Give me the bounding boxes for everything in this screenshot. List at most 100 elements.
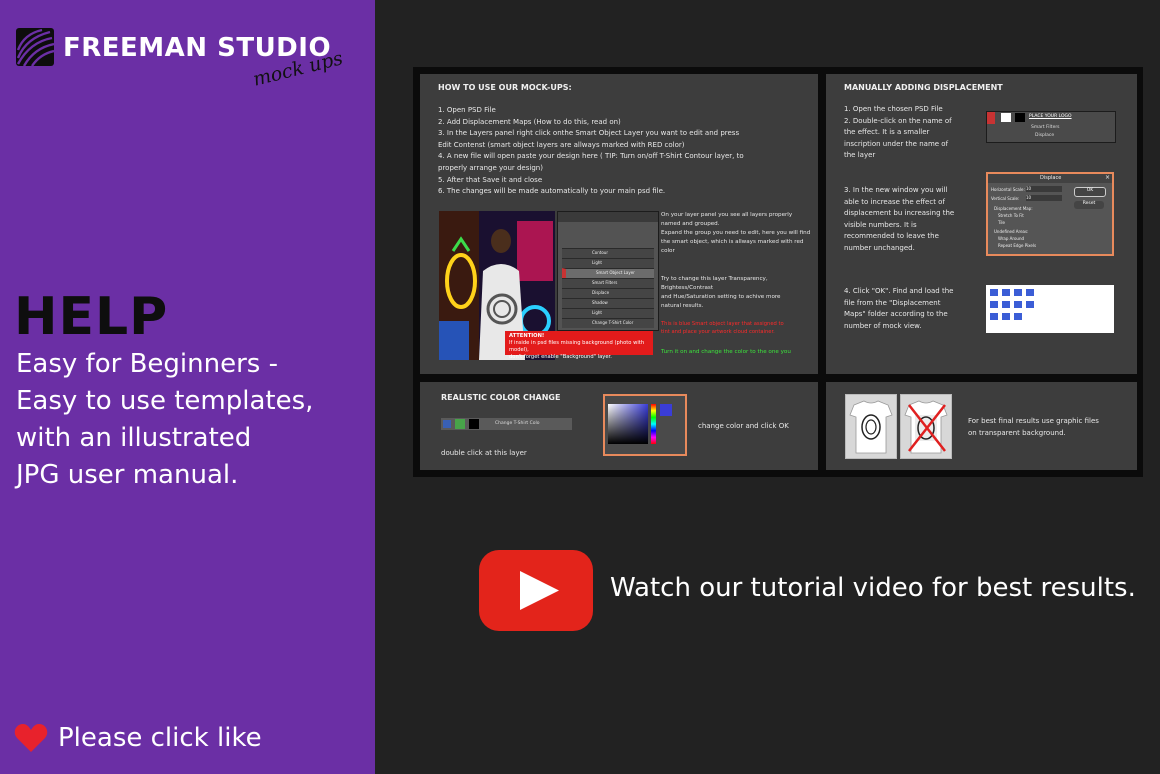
like-label: Please click like <box>58 723 262 753</box>
note-line: Brightess/Contrast <box>661 285 714 291</box>
layer-label: Light <box>592 260 602 265</box>
smart-object-layer-preview: PLACE YOUR LOGO Smart Filters Displace <box>986 111 1116 143</box>
layer-thumb <box>1015 113 1025 122</box>
color-change-panel: REALISTIC COLOR CHANGE Change T-Shirt Co… <box>420 382 818 470</box>
dialog-titlebar: Displace × <box>988 174 1112 183</box>
vertical-scale-field: 10 <box>1026 195 1062 201</box>
color-layer-note: Turn it on and change the color to the o… <box>661 349 791 355</box>
play-icon <box>520 571 559 610</box>
layer-thumb <box>1001 113 1011 122</box>
smart-filters-label: Smart Filters <box>1031 125 1060 130</box>
eye-icon <box>443 420 451 428</box>
step-line: inscription under the name of <box>844 139 949 148</box>
step-line: Maps" folder according to the <box>844 310 948 319</box>
how-to-steps: 1. Open PSD File 2. Add Displacement Map… <box>438 105 744 198</box>
step-line: 2. Add Displacement Maps (How to do this… <box>438 117 621 126</box>
step-line: 2. Double-click on the name of <box>844 116 952 125</box>
step-line: 3. In the Layers panel right click onthe… <box>438 129 740 138</box>
color-layer-row: Change T-Shirt Colo <box>441 418 572 430</box>
displacement-step-3: 3. In the new window you will able to in… <box>844 185 954 255</box>
note-line: For best final results use graphic files <box>968 417 1099 425</box>
like-button[interactable]: Please click like <box>14 718 262 758</box>
attention-box: ATTENTION! If inside in psd files missin… <box>505 331 653 360</box>
step-line: Edit Contenst (smart object layers are a… <box>438 140 685 149</box>
note-line: named and grouped. <box>661 221 720 227</box>
layer-label: Smart Filters <box>592 280 618 285</box>
layer-row: Light <box>562 308 654 318</box>
layer-thumb <box>469 419 479 429</box>
layer-name: PLACE YOUR LOGO <box>1029 114 1072 119</box>
step-line: recommended to leave the <box>844 232 939 241</box>
dialog-title: Displace <box>1040 175 1062 181</box>
photoshop-layers-panel: Contour Light Smart Object Layer Smart F… <box>557 211 659 331</box>
horizontal-scale-field: 10 <box>1026 186 1062 192</box>
step-line: 5. After that Save it and close <box>438 175 543 184</box>
layer-label: Shadow <box>592 300 608 305</box>
displace-dialog: Displace × Horizontal Scale: 10 Vertical… <box>986 172 1114 256</box>
hue-slider <box>651 404 656 444</box>
help-line: Easy to use templates, <box>16 386 314 416</box>
help-description: Easy for Beginners - Easy to use templat… <box>16 346 313 494</box>
layer-label: Contour <box>592 250 608 255</box>
color-swatch <box>660 404 672 416</box>
wrap-option: Wrap Around <box>998 236 1025 241</box>
step-line: 1. Open the chosen PSD File <box>844 105 943 113</box>
repeat-option: Repeat Edge Pixels <box>998 243 1037 248</box>
layer-label: Displace <box>592 290 610 295</box>
how-to-panel: HOW TO USE OUR MOCK-UPS: 1. Open PSD Fil… <box>420 74 818 374</box>
displacement-step-4: 4. Click "OK". Find and load the file fr… <box>844 286 953 332</box>
color-layer-name: Change T-Shirt Colo <box>495 421 540 426</box>
note-line: and Hue/Saturation setting to achive mor… <box>661 294 781 300</box>
transparent-background-note: For best final results use graphic files… <box>968 416 1099 439</box>
displacement-maps-folder <box>986 285 1114 333</box>
tutorial-caption: Watch our tutorial video for best result… <box>610 573 1136 603</box>
color-field <box>608 404 648 444</box>
step-line: 3. In the new window you will <box>844 186 948 194</box>
brand-logo: FREEMAN STUDIO mock ups <box>16 28 356 98</box>
note-line: natural results. <box>661 303 704 309</box>
layers-note: On your layer panel you see all layers p… <box>661 211 810 256</box>
tshirt-bad-example <box>900 394 952 459</box>
displace-filter-label: Displace <box>1035 133 1055 138</box>
note-line: color <box>661 248 675 254</box>
step-line: 1. Open PSD File <box>438 106 496 114</box>
note-line: Expand the group you need to edit, here … <box>661 230 811 236</box>
color-picker-dialog <box>603 394 687 456</box>
layer-label: Light <box>592 310 602 315</box>
horizontal-scale-label: Horizontal Scale: <box>991 187 1025 192</box>
note-line: This is blue Smart object layer that ass… <box>661 321 784 327</box>
layer-red-marker <box>987 112 995 124</box>
help-line: JPG user manual. <box>16 460 239 490</box>
note-line: the smart object, which is allways marke… <box>661 239 804 245</box>
undefined-areas-heading: Undefined Areas: <box>994 229 1029 234</box>
stretch-option: Stretch To Fit <box>998 213 1024 218</box>
youtube-play-button[interactable] <box>479 550 593 631</box>
fingerprint-logo-icon <box>16 28 54 66</box>
displacement-step-1: 1. Open the chosen PSD File 2. Double-cl… <box>844 104 952 162</box>
note-line: Try to change this layer Transparency, <box>661 276 768 282</box>
layer-thumb <box>455 419 465 429</box>
displacement-panel: MANUALLY ADDING DISPLACEMENT 1. Open the… <box>826 74 1137 374</box>
layer-row: Smart Filters <box>562 278 654 288</box>
help-title: HELP <box>14 287 169 347</box>
layer-label: Smart Object Layer <box>596 270 635 275</box>
note-line: on transparent background. <box>968 428 1066 437</box>
step-line: 4. A new file will open paste your desig… <box>438 152 744 161</box>
step-line: displacement bu increasing the <box>844 209 955 218</box>
ok-button: OK <box>1074 187 1106 197</box>
tile-option: Tile <box>998 220 1006 225</box>
color-change-instruction: change color and click OK <box>698 422 789 430</box>
displacement-title: MANUALLY ADDING DISPLACEMENT <box>844 83 1003 92</box>
layer-row: Change T-Shirt Color <box>562 318 654 328</box>
step-line: number of mock view. <box>844 321 922 330</box>
attention-title: ATTENTION! <box>509 333 545 339</box>
how-to-title: HOW TO USE OUR MOCK-UPS: <box>438 83 572 92</box>
graphics-panel: For best final results use graphic files… <box>826 382 1137 470</box>
displacement-map-heading: Displacement Map: <box>994 206 1033 211</box>
transparency-note: Try to change this layer Transparency, B… <box>661 275 781 311</box>
smart-object-note: This is blue Smart object layer that ass… <box>661 320 784 336</box>
step-line: 6. The changes will be made automaticall… <box>438 187 666 196</box>
heart-icon <box>14 724 48 752</box>
note-line: tint and place your artwork cloud contai… <box>661 329 775 335</box>
layer-row: Light <box>562 258 654 268</box>
